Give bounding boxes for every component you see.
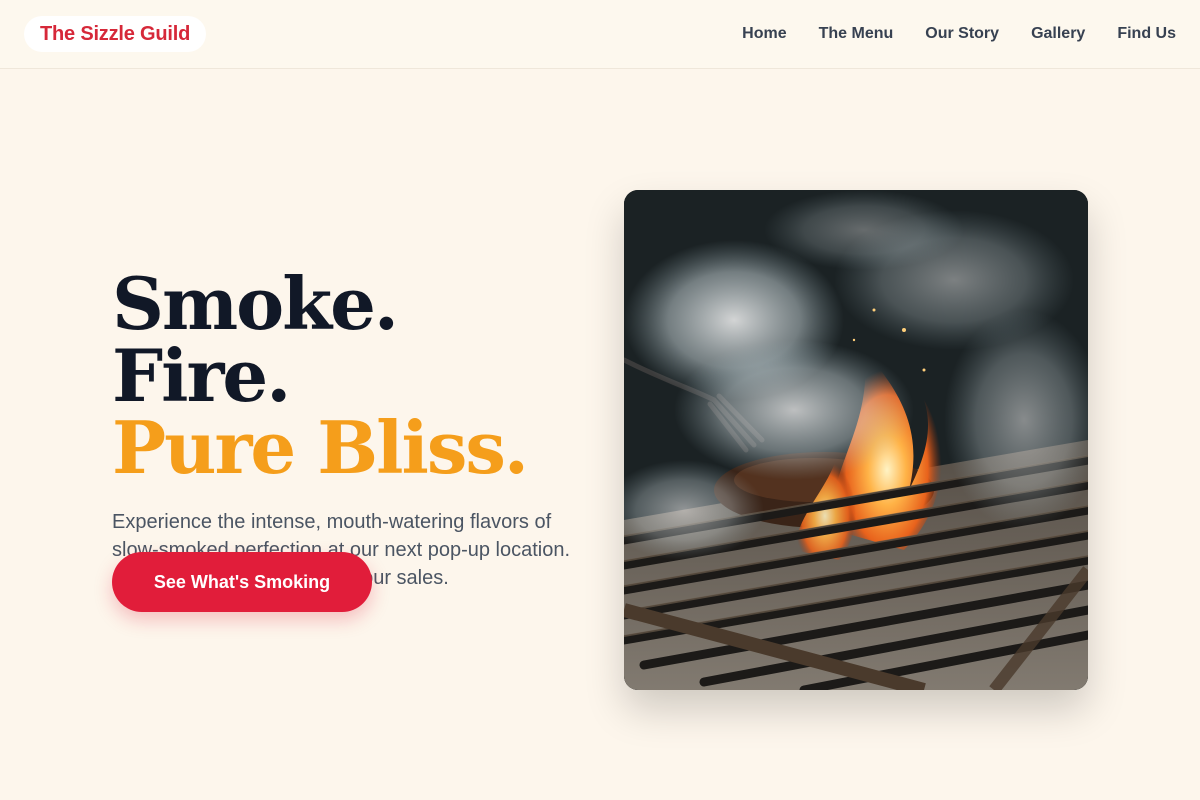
hero-text: Smoke. Fire. Pure Bliss. Experience the …: [112, 268, 582, 592]
hero-headline: Smoke. Fire. Pure Bliss.: [112, 268, 582, 484]
nav-link-find-us[interactable]: Find Us: [1117, 25, 1176, 43]
headline-line-2: Pure Bliss.: [112, 405, 529, 490]
grill-illustration: [624, 190, 1088, 690]
brand-logo[interactable]: The Sizzle Guild: [24, 16, 207, 52]
hero-grill-image: [624, 190, 1088, 690]
main-nav: Home The Menu Our Story Gallery Find Us: [742, 0, 1176, 68]
nav-link-our-story[interactable]: Our Story: [925, 25, 999, 43]
headline-line-1: Smoke. Fire.: [112, 261, 399, 418]
see-whats-smoking-button[interactable]: See What's Smoking: [112, 552, 372, 612]
nav-link-home[interactable]: Home: [742, 25, 786, 43]
nav-link-gallery[interactable]: Gallery: [1031, 25, 1085, 43]
site-header: The Sizzle Guild Home The Menu Our Story…: [0, 0, 1200, 69]
nav-link-menu[interactable]: The Menu: [819, 25, 894, 43]
